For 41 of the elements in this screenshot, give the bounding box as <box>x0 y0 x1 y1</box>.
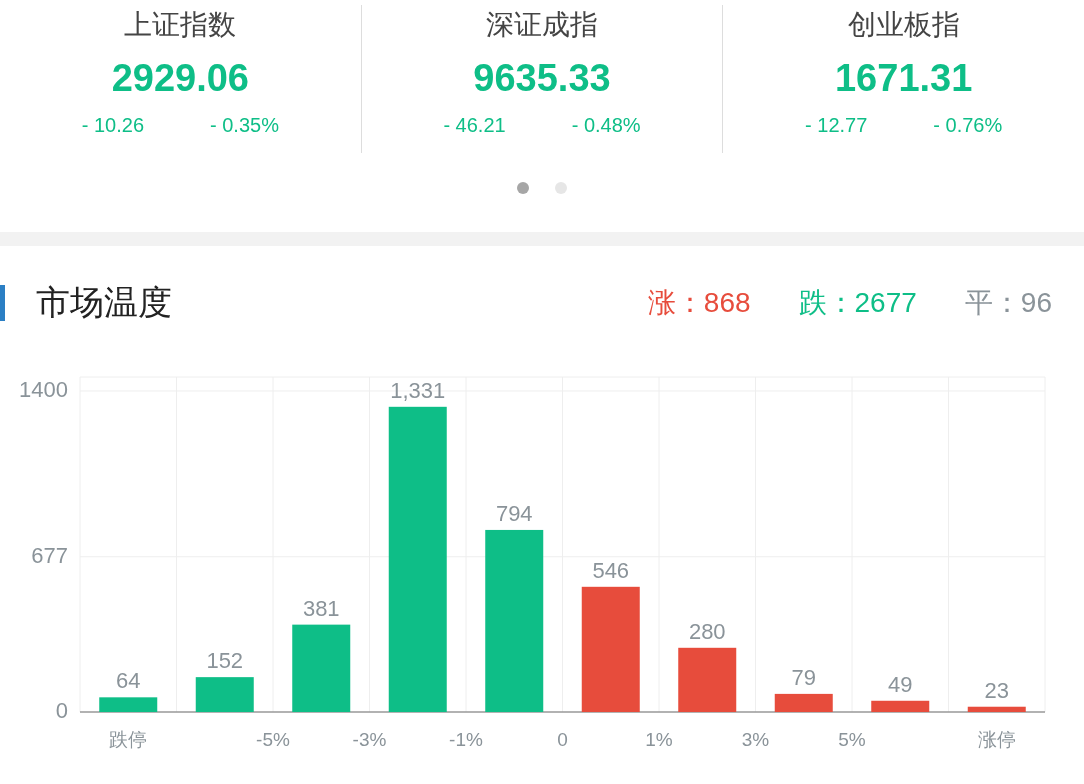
page-dot[interactable] <box>555 181 567 194</box>
index-value: 2929.06 <box>111 56 249 101</box>
page-dot[interactable] <box>517 181 529 194</box>
index-change: - 12.77 <box>805 113 868 137</box>
value-label: 79 <box>791 664 816 690</box>
index-percent: - 0.48% <box>571 113 641 137</box>
stat-count: 平：96 <box>964 286 1052 320</box>
accent-bar <box>0 285 5 321</box>
value-label: 64 <box>116 668 141 694</box>
x-tick-label: 1% <box>645 729 673 750</box>
stat-count: 涨：868 <box>647 286 751 320</box>
index-value: 9635.33 <box>473 56 611 101</box>
x-tick-label: -3% <box>352 729 387 750</box>
index-name: 创业板指 <box>847 8 960 42</box>
x-tick-label: -1% <box>449 729 483 750</box>
value-label: 381 <box>302 595 340 621</box>
x-tick-label: 跌停 <box>109 729 148 750</box>
x-tick-label: 涨停 <box>977 729 1016 750</box>
x-tick-label: 0 <box>557 729 568 750</box>
index-percent: - 0.35% <box>210 113 279 137</box>
value-label: 546 <box>592 557 630 583</box>
y-tick-label: 677 <box>31 542 68 568</box>
index-value: 1671.31 <box>835 56 973 101</box>
stat-count: 跌：2677 <box>798 286 917 320</box>
index-name: 上证指数 <box>124 8 237 42</box>
index-percent: - 0.76% <box>933 113 1003 137</box>
value-label: 794 <box>495 500 533 526</box>
value-label: 1,331 <box>390 377 446 403</box>
y-tick-label: 1400 <box>19 377 68 402</box>
index-change: - 10.26 <box>81 113 144 137</box>
value-label: 23 <box>984 677 1009 703</box>
section-title: 市场温度 <box>36 282 173 323</box>
index-name: 深证成指 <box>486 8 598 42</box>
y-tick-label: 0 <box>55 698 68 723</box>
x-tick-label: 3% <box>741 729 770 750</box>
value-label: 152 <box>206 648 244 674</box>
value-label: 49 <box>888 671 913 697</box>
value-label: 280 <box>688 618 726 644</box>
x-tick-label: -5% <box>256 729 290 750</box>
x-tick-label: 5% <box>838 729 866 750</box>
index-change: - 46.21 <box>443 113 506 137</box>
